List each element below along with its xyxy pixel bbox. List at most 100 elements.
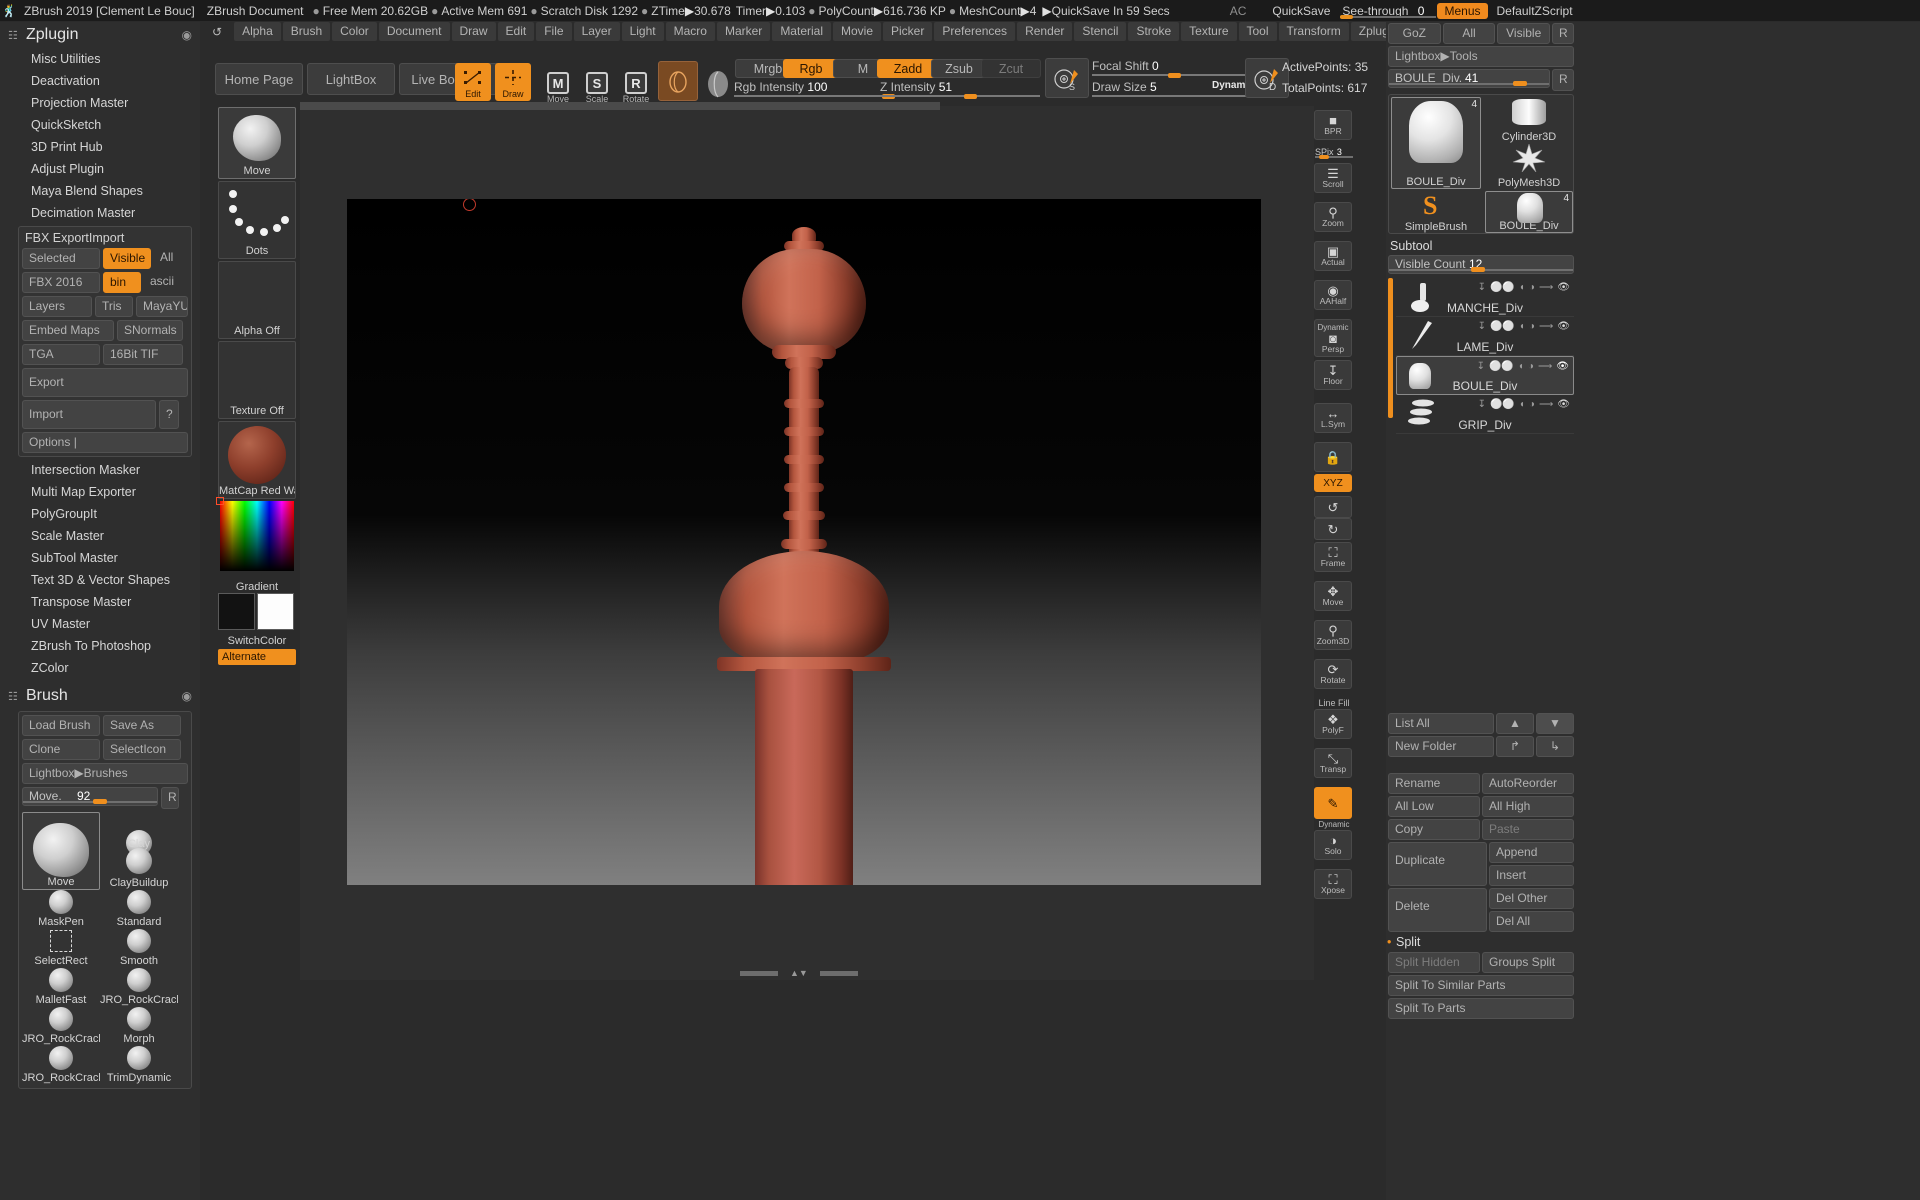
menu-item-marker[interactable]: Marker [717,22,770,41]
transparency-icon[interactable]: ◑ [1529,282,1535,293]
scroll-left-bar[interactable] [740,971,778,976]
zplugin-decimation-master[interactable]: Decimation Master [0,202,200,224]
split-section-title[interactable]: Split [1386,933,1576,951]
fbx-selected-button[interactable]: Selected [22,248,100,269]
polypaint-icon[interactable]: ⚪⚪ [1490,321,1515,332]
z-intensity-knob[interactable] [964,94,977,99]
tool-slider-reset-button[interactable]: R [1552,69,1574,91]
rename-button[interactable]: Rename [1388,773,1480,794]
persp-button[interactable]: Dynamic ◙ Persp [1314,319,1352,357]
fbx-export-button[interactable]: Export [22,368,188,397]
auto-reorder-button[interactable]: AutoReorder [1482,773,1574,794]
floor-button[interactable]: ↧ Floor [1314,360,1352,390]
texture-preview[interactable]: Texture Off [218,341,296,419]
switch-color-swatches[interactable]: SwitchColor [218,593,296,633]
menu-item-texture[interactable]: Texture [1181,22,1236,41]
current-brush-preview[interactable]: Move [218,107,296,179]
see-through-knob[interactable] [1340,15,1353,19]
transparency-icon[interactable]: ◑ [1529,399,1535,410]
split-hidden-button[interactable]: Split Hidden [1388,952,1480,973]
fbx-layers-button[interactable]: Layers [22,296,92,317]
move-button[interactable]: M Move [539,64,577,104]
visible-count-knob[interactable] [1471,267,1485,272]
menu-item-edit[interactable]: Edit [498,22,535,41]
save-as-button[interactable]: Save As [103,715,181,736]
rgb-button[interactable]: Rgb [783,59,839,78]
canvas-scroll-controls[interactable]: ▲▼ [740,968,858,978]
zsub-button[interactable]: Zsub [931,59,987,78]
brush-item-rockcrack03[interactable]: JRO_RockCrack03 [22,1046,100,1085]
zcut-button[interactable]: Zcut [981,59,1041,78]
lightbox-tools-button[interactable]: Lightbox▶Tools [1388,46,1574,67]
actual-button[interactable]: ▣ Actual [1314,241,1352,271]
subtool-scrollbar[interactable] [1388,278,1393,418]
zadd-button[interactable]: Zadd [877,59,939,78]
polyframe-button[interactable]: ❖ PolyF [1314,709,1352,739]
clone-brush-button[interactable]: Clone [22,739,100,760]
tool-reset-button[interactable]: R [1552,23,1574,44]
refresh-icon[interactable]: ↺ [210,25,232,39]
viewport-canvas[interactable] [347,199,1261,885]
subtool-row-boule[interactable]: ↧ ⚪⚪ ◖ ◑ ⟶ 👁 BOULE_Div [1396,356,1574,395]
palette-collapse-icon[interactable]: ◉ [182,28,192,42]
menu-item-color[interactable]: Color [332,22,377,41]
brush-item-smooth[interactable]: Smooth [100,929,178,968]
brush-item-clay[interactable]: Clay ClayBuildup [100,812,178,890]
tool-item-simplebrush[interactable]: S SimpleBrush [1391,191,1481,233]
fbx-mayayup-button[interactable]: MayaYUp [136,296,188,317]
menu-item-movie[interactable]: Movie [833,22,881,41]
brush-item-maskpen[interactable]: MaskPen [22,890,100,929]
zplugin-subtool-master[interactable]: SubTool Master [0,547,200,569]
split-to-similar-parts-button[interactable]: Split To Similar Parts [1388,975,1574,996]
material-sphere-button[interactable] [698,61,738,101]
menu-item-picker[interactable]: Picker [883,22,932,41]
menu-item-render[interactable]: Render [1017,22,1072,41]
lock-button[interactable]: 🔒 [1314,442,1352,472]
draw-size-slider[interactable]: Draw Size 5 Dynamic [1092,80,1252,95]
load-brush-button[interactable]: Load Brush [22,715,100,736]
brush-slider-reset-button[interactable]: R [161,787,179,809]
zplugin-multi-map-exporter[interactable]: Multi Map Exporter [0,481,200,503]
zplugin-misc-utilities[interactable]: Misc Utilities [0,48,200,70]
transparency-icon[interactable]: ◑ [1528,361,1534,372]
subtool-row-grip[interactable]: ↧ ⚪⚪ ◖ ◑ ⟶ 👁 GRIP_Div [1396,395,1574,434]
subtool-section-title[interactable]: Subtool [1386,236,1576,254]
new-folder-button[interactable]: New Folder [1388,736,1494,757]
del-other-button[interactable]: Del Other [1489,888,1574,909]
half-circle-icon[interactable]: ◖ [1519,282,1525,293]
zoom3d-button[interactable]: ⚲ Zoom3D [1314,620,1352,650]
half-circle-icon[interactable]: ◖ [1519,399,1525,410]
brush-slider-knob[interactable] [93,799,107,804]
fbx-help-button[interactable]: ? [159,400,179,429]
z-intensity-slider[interactable]: Z Intensity 51 [880,80,1040,95]
eye-icon[interactable]: 👁 [1557,321,1570,332]
brush-move-slider[interactable]: Move. 92 [22,787,158,806]
out-of-folder-button[interactable]: ↱ [1496,736,1534,757]
move-up-button[interactable]: ▲ [1496,713,1534,734]
split-to-parts-button[interactable]: Split To Parts [1388,998,1574,1019]
brush-item-move[interactable]: Move [22,812,100,890]
rgb-intensity-slider[interactable]: Rgb Intensity 100 [734,80,894,95]
fbx-version-button[interactable]: FBX 2016 [22,272,100,293]
zplugin-text-3d-vector-shapes[interactable]: Text 3D & Vector Shapes [0,569,200,591]
menu-item-preferences[interactable]: Preferences [934,22,1015,41]
draw-button[interactable]: Draw [495,63,531,101]
copy-button[interactable]: Copy [1388,819,1480,840]
transparency-icon[interactable]: ◑ [1529,321,1535,332]
fbx-all-button[interactable]: All [154,248,182,269]
spix-slider[interactable]: SPix 3 [1315,144,1353,158]
scroll-right-bar[interactable] [820,971,858,976]
zplugin-scale-master[interactable]: Scale Master [0,525,200,547]
brush-palette-title[interactable]: ☷ Brush ◉ [0,683,200,709]
subtool-row-lame[interactable]: ↧ ⚪⚪ ◖ ◑ ⟶ 👁 LAME_Div [1396,317,1574,356]
delete-button[interactable]: Delete [1388,888,1487,932]
half-circle-icon[interactable]: ◖ [1518,361,1524,372]
eye-icon[interactable]: 👁 [1557,399,1570,410]
menu-item-document[interactable]: Document [379,22,450,41]
menu-item-file[interactable]: File [536,22,571,41]
alpha-preview[interactable]: Alpha Off [218,261,296,339]
material-preview[interactable]: MatCap Red Wax [218,421,296,499]
brush-item-rockcrack01[interactable]: JRO_RockCrack01 [100,968,178,1007]
scroll-button[interactable]: ☰ Scroll [1314,163,1352,193]
menus-button[interactable]: Menus [1437,3,1487,19]
